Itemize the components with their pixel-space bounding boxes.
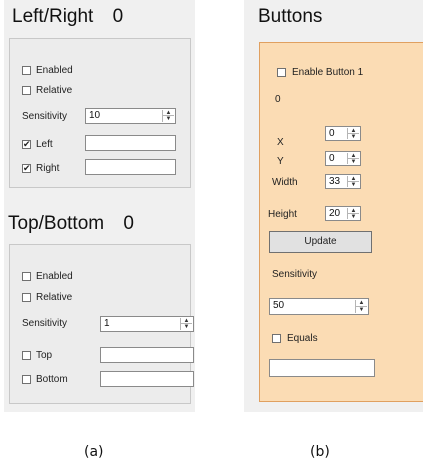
left-right-heading: Left/Right 0 (12, 6, 123, 28)
top-bottom-group: Enabled Relative Sensitivity 1 ▲ ▼ Top B… (9, 244, 194, 404)
height-spinner[interactable]: 20 ▲ ▼ (325, 206, 361, 221)
left-right-value: 0 (112, 6, 124, 27)
lr-sensitivity-arrows[interactable]: ▲ ▼ (162, 110, 174, 122)
buttons-group: Enable Button 1 0 X 0 ▲ ▼ Y 0 ▲ ▼ Width … (259, 42, 423, 402)
tb-bottom-checkbox[interactable] (22, 375, 31, 384)
lr-left-checkbox[interactable]: ✔ (22, 140, 31, 149)
width-spinner[interactable]: 33 ▲ ▼ (325, 174, 361, 189)
x-value: 0 (329, 128, 335, 139)
lr-right-label: Right (36, 163, 60, 174)
lr-sensitivity-value: 10 (89, 110, 101, 121)
update-button[interactable]: Update (269, 231, 372, 253)
tb-enabled-label: Enabled (36, 271, 73, 282)
tb-top-label: Top (36, 350, 53, 361)
lr-sensitivity-label: Sensitivity (22, 111, 68, 122)
tb-bottom-input[interactable] (100, 371, 194, 387)
caption-b: (b) (310, 444, 330, 460)
y-arrows[interactable]: ▲ ▼ (347, 153, 359, 164)
width-arrows[interactable]: ▲ ▼ (347, 176, 359, 187)
panel-a: Left/Right 0 Enabled Relative Sensitivit… (4, 0, 195, 412)
tb-bottom-label: Bottom (36, 374, 68, 385)
equals-input[interactable] (269, 359, 375, 377)
buttons-title: Buttons (258, 6, 323, 27)
spinner-down-icon[interactable]: ▼ (348, 134, 359, 140)
equals-label: Equals (287, 333, 318, 344)
spinner-down-icon[interactable]: ▼ (181, 324, 192, 330)
tb-sensitivity-arrows[interactable]: ▲ ▼ (180, 318, 192, 330)
x-label: X (277, 137, 284, 148)
top-bottom-heading: Top/Bottom 0 (8, 213, 134, 235)
top-bottom-value: 0 (123, 213, 134, 234)
height-arrows[interactable]: ▲ ▼ (347, 208, 359, 219)
lr-right-checkbox[interactable]: ✔ (22, 164, 31, 173)
sensitivity-label: Sensitivity (272, 269, 318, 280)
tb-sensitivity-label: Sensitivity (22, 318, 68, 329)
width-label: Width (272, 177, 298, 188)
sensitivity-arrows[interactable]: ▲ ▼ (355, 300, 367, 313)
enable-button-1-label: Enable Button 1 (292, 67, 364, 78)
lr-sensitivity-spinner[interactable]: 10 ▲ ▼ (85, 108, 176, 124)
tb-top-input[interactable] (100, 347, 194, 363)
spinner-down-icon[interactable]: ▼ (348, 182, 359, 188)
lr-enabled-checkbox[interactable] (22, 66, 31, 75)
tb-top-checkbox[interactable] (22, 351, 31, 360)
spinner-down-icon[interactable]: ▼ (356, 307, 367, 314)
y-value: 0 (329, 153, 335, 164)
lr-left-input[interactable] (85, 135, 176, 151)
y-label: Y (277, 156, 284, 167)
lr-relative-checkbox[interactable] (22, 86, 31, 95)
lr-enabled-label: Enabled (36, 65, 73, 76)
panel-b: Buttons Enable Button 1 0 X 0 ▲ ▼ Y 0 ▲ … (244, 0, 423, 412)
width-value: 33 (329, 176, 341, 187)
y-spinner[interactable]: 0 ▲ ▼ (325, 151, 361, 166)
height-label: Height (268, 209, 297, 220)
tb-relative-label: Relative (36, 292, 73, 303)
spinner-down-icon[interactable]: ▼ (348, 214, 359, 220)
sensitivity-spinner[interactable]: 50 ▲ ▼ (269, 298, 369, 315)
equals-checkbox[interactable] (272, 334, 281, 343)
top-bottom-title: Top/Bottom (8, 213, 105, 234)
x-spinner[interactable]: 0 ▲ ▼ (325, 126, 361, 141)
enable-button-1-checkbox[interactable] (277, 68, 286, 77)
lr-relative-label: Relative (36, 85, 73, 96)
spinner-down-icon[interactable]: ▼ (163, 116, 174, 122)
tb-enabled-checkbox[interactable] (22, 272, 31, 281)
tb-sensitivity-spinner[interactable]: 1 ▲ ▼ (100, 316, 194, 332)
caption-a: (a) (84, 444, 104, 460)
lr-left-label: Left (36, 139, 53, 150)
left-right-title: Left/Right (12, 6, 94, 27)
lr-right-input[interactable] (85, 159, 176, 175)
spinner-down-icon[interactable]: ▼ (348, 159, 359, 165)
tb-relative-checkbox[interactable] (22, 293, 31, 302)
x-arrows[interactable]: ▲ ▼ (347, 128, 359, 139)
tb-sensitivity-value: 1 (104, 318, 110, 329)
left-right-group: Enabled Relative Sensitivity 10 ▲ ▼ ✔ Le… (9, 38, 191, 188)
button-value-text: 0 (275, 94, 281, 105)
height-value: 20 (329, 208, 341, 219)
sensitivity-value: 50 (273, 300, 285, 311)
